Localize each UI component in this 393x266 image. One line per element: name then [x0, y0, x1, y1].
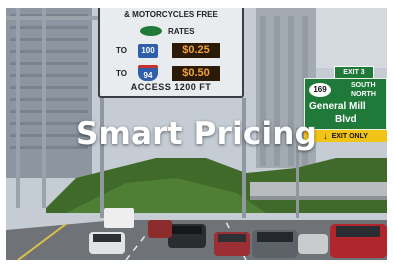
access-distance: ACCESS 1200 FT [130, 82, 212, 92]
rate-price-2: $0.50 [172, 65, 220, 81]
route-shield-icon: 100 [138, 43, 158, 58]
highway-photo: & MOTORCYCLES FREE RATES TO 100 $0.25 TO… [6, 8, 387, 260]
direction-north: NORTH [351, 91, 376, 98]
route-169-shield-icon: 169 [309, 83, 331, 97]
rate-row-1: TO 100 $0.25 [116, 43, 220, 58]
down-arrow-icon: ↓ [323, 131, 328, 141]
rate-row-2: TO 94 $0.50 [116, 65, 220, 81]
street-name-2: Blvd [335, 114, 357, 125]
overpass [250, 182, 387, 196]
rates-label: RATES [140, 25, 212, 37]
sign-header: & MOTORCYCLES FREE [124, 10, 218, 19]
street-name-1: General Mill [309, 101, 366, 112]
direction-south: SOUTH [351, 82, 376, 89]
mnpass-logo [140, 26, 162, 36]
exit-sign: EXIT 3 169 SOUTH NORTH General Mill Blvd… [304, 66, 387, 144]
interstate-shield-icon: 94 [138, 65, 158, 81]
image-frame: & MOTORCYCLES FREE RATES TO 100 $0.25 TO… [0, 0, 393, 266]
rate-price-1: $0.25 [172, 43, 220, 58]
exit-only-bar: ↓ EXIT ONLY [304, 130, 387, 142]
toll-rate-sign: & MOTORCYCLES FREE RATES TO 100 $0.25 TO… [98, 8, 244, 98]
